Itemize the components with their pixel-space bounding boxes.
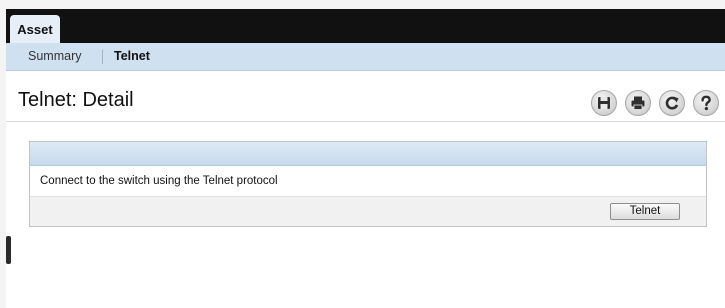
panel-header (30, 142, 706, 166)
save-icon (598, 97, 610, 109)
subtab-summary[interactable]: Summary (28, 43, 81, 70)
telnet-button[interactable]: Telnet (610, 203, 680, 220)
panel-footer: Telnet (30, 197, 706, 226)
panel-description: Connect to the switch using the Telnet p… (30, 166, 706, 197)
page-title: Telnet: Detail (18, 89, 134, 111)
app-frame: Asset Summary Telnet Telnet: Detail Conn… (6, 9, 725, 308)
title-divider (6, 121, 725, 122)
sidebar-resize-handle[interactable] (6, 236, 11, 264)
help-button[interactable] (693, 90, 719, 116)
print-button[interactable] (625, 90, 651, 116)
sub-tab-bar: Summary Telnet (6, 43, 725, 71)
save-button[interactable] (591, 90, 617, 116)
telnet-panel: Connect to the switch using the Telnet p… (29, 141, 707, 227)
refresh-icon (665, 96, 679, 110)
help-icon (701, 95, 711, 111)
subtab-telnet[interactable]: Telnet (114, 43, 150, 70)
subtab-divider (102, 50, 103, 64)
top-tab-bar: Asset (6, 9, 725, 43)
page-toolbar (591, 90, 719, 118)
refresh-button[interactable] (659, 90, 685, 116)
tab-asset[interactable]: Asset (10, 15, 60, 43)
print-icon (631, 96, 645, 110)
